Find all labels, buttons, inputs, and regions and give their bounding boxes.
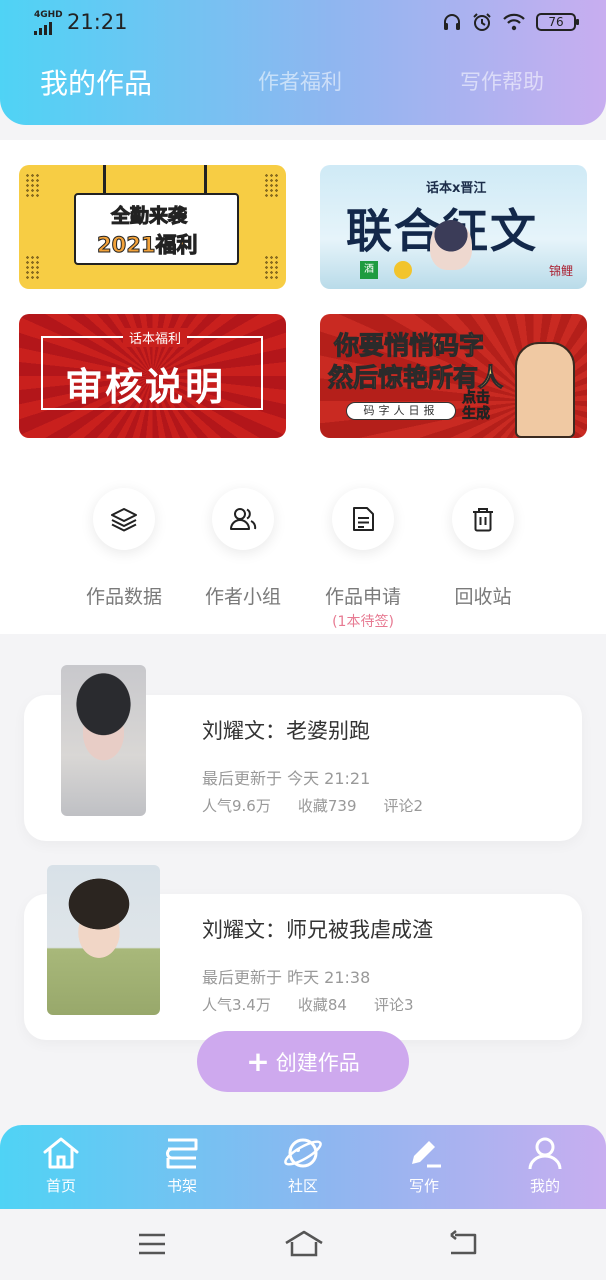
nav-home[interactable]: 首页 [21, 1135, 101, 1196]
banner-signature: 锦鲤 [548, 264, 573, 278]
work-updated: 最后更新于 今天 21:21 [202, 769, 371, 788]
create-work-button[interactable]: + 创建作品 [197, 1031, 409, 1092]
work-favorites: 收藏84 [297, 996, 347, 1014]
work-updated: 最后更新于 昨天 21:38 [202, 968, 371, 987]
partner-logo: 酒 [360, 261, 378, 279]
nav-label: 书架 [166, 1177, 197, 1195]
work-comments: 评论2 [383, 797, 424, 815]
home-button-icon[interactable] [283, 1229, 325, 1259]
banner-grid: 全勤来袭 2021福利 话本x晋江 联合征文 酒 锦鲤 话本福利 审核说明 你要… [0, 140, 606, 438]
banner-tag: 码字人日报 [346, 402, 456, 420]
nav-label: 我的 [529, 1177, 560, 1195]
headphones-icon [444, 14, 460, 30]
action-recycle-bin[interactable]: 回收站 [423, 488, 543, 609]
nav-label: 写作 [408, 1177, 439, 1195]
collab-banner[interactable]: 话本x晋江 联合征文 酒 锦鲤 [320, 165, 587, 289]
fist-illustration [515, 342, 575, 438]
document-icon [353, 507, 374, 531]
header: 4GHD 21:21 76 我的作品 作者福利 写作帮助 [0, 0, 606, 125]
nav-community[interactable]: 社区 [263, 1135, 343, 1196]
work-title: 刘耀文：老婆别跑 [202, 719, 370, 743]
work-popularity: 人气3.4万 [202, 996, 271, 1014]
tab-my-works[interactable]: 我的作品 [40, 62, 152, 102]
work-stats: 人气3.4万 收藏84 评论3 [202, 994, 441, 1015]
header-tabs: 我的作品 作者福利 写作帮助 [0, 66, 606, 106]
bookshelf-icon [166, 1138, 198, 1169]
nav-bookshelf[interactable]: 书架 [142, 1135, 222, 1196]
quick-actions: 作品数据 作者小组 作品申请 (1本待签) 回收站 [0, 438, 606, 634]
back-icon[interactable] [446, 1229, 480, 1259]
work-favorites: 收藏739 [297, 797, 357, 815]
work-comments: 评论3 [373, 996, 414, 1014]
planet-icon [284, 1138, 322, 1168]
tab-author-benefits[interactable]: 作者福利 [258, 66, 342, 96]
banner-title: 话本x晋江 [426, 181, 487, 196]
work-cover[interactable] [61, 665, 146, 816]
banner-subtitle: 2021福利 [96, 233, 198, 258]
review-banner[interactable]: 话本福利 审核说明 [19, 314, 286, 438]
bottom-nav: 首页 书架 社区 写作 我的 [0, 1125, 606, 1209]
nav-label: 社区 [287, 1177, 318, 1195]
create-work-label: 创建作品 [275, 1050, 360, 1075]
banner-subtitle: 然后惊艳所有人 [327, 363, 504, 393]
nav-label: 首页 [45, 1177, 76, 1195]
action-work-application[interactable]: 作品申请 (1本待签) [303, 488, 423, 631]
alarm-icon [473, 13, 491, 31]
signal-icon [34, 22, 52, 35]
wifi-icon [503, 13, 525, 31]
banner-cta: 点击生成 [462, 390, 491, 423]
trash-icon [473, 508, 493, 532]
banner-title: 你要悄悄码字 [333, 331, 485, 361]
action-author-group[interactable]: 作者小组 [183, 488, 303, 609]
work-popularity: 人气9.6万 [202, 797, 271, 815]
chibi-illustration [430, 220, 472, 270]
nav-write[interactable]: 写作 [384, 1135, 464, 1196]
banner-title: 话本福利 [123, 328, 188, 347]
partner-logo-2 [394, 261, 412, 279]
attendance-banner[interactable]: 全勤来袭 2021福利 [19, 165, 286, 289]
user-icon [528, 1137, 562, 1170]
menu-icon[interactable] [136, 1229, 168, 1259]
work-stats: 人气9.6万 收藏739 评论2 [202, 795, 450, 816]
plus-icon: + [246, 1044, 270, 1078]
banner-title: 全勤来袭 [110, 205, 188, 228]
network-type: 4GHD [34, 10, 63, 20]
banner-subtitle: 审核说明 [65, 365, 226, 409]
pending-count: (1本待签) [332, 614, 394, 630]
status-bar: 4GHD 21:21 76 [34, 8, 579, 38]
work-cover[interactable] [47, 865, 160, 1015]
layers-icon [111, 508, 137, 532]
action-label: 作者小组 [204, 586, 281, 608]
work-title: 刘耀文：师兄被我虐成渣 [202, 918, 433, 942]
action-work-data[interactable]: 作品数据 [64, 488, 184, 609]
action-label: 回收站 [454, 586, 512, 608]
battery-icon: 76 [536, 13, 579, 31]
action-label: 作品申请 [324, 586, 401, 608]
group-icon [230, 508, 257, 530]
daily-banner[interactable]: 你要悄悄码字 然后惊艳所有人 码字人日报 点击生成 [320, 314, 587, 438]
pen-icon [412, 1141, 441, 1168]
home-icon [43, 1137, 79, 1169]
system-nav [0, 1209, 606, 1280]
action-label: 作品数据 [85, 586, 162, 608]
clock: 21:21 [67, 10, 128, 34]
tab-writing-help[interactable]: 写作帮助 [460, 66, 544, 96]
nav-mine[interactable]: 我的 [505, 1135, 585, 1196]
